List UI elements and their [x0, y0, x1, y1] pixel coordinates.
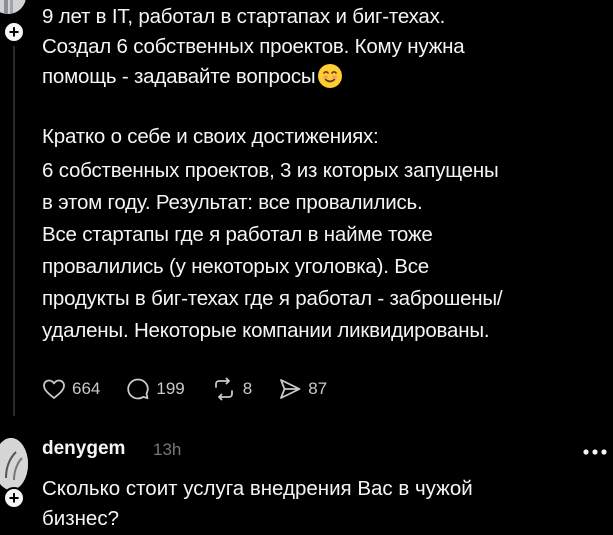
follow-plus-icon[interactable]: +	[3, 21, 25, 43]
post-body-line: удалены. Некоторые компании ликвидирован…	[42, 319, 490, 342]
share-button[interactable]: 87	[278, 377, 327, 401]
post-intro-line: помощь - задавайте вопросы	[42, 62, 613, 92]
reply-text-line: бизнес?	[42, 507, 119, 530]
send-icon	[280, 379, 301, 399]
reply-timestamp: 13h	[153, 440, 182, 459]
comment-bubble-icon	[127, 378, 150, 400]
post: + 9 лет в IT, работал в стартапах и биг-…	[0, 0, 613, 420]
more-options-icon[interactable]	[581, 444, 609, 455]
post-body: Кратко о себе и своих достижениях: 6 соб…	[42, 122, 613, 346]
reply-text: Сколько стоит услуга внедрения Вас в чуж…	[42, 474, 473, 534]
smiling-face-emoji-icon	[317, 63, 343, 89]
post-body-line: Кратко о себе и своих достижениях:	[42, 125, 379, 148]
follow-plus-icon[interactable]: +	[3, 487, 25, 509]
post-body-line: Все стартапы где я работал в найме тоже	[42, 223, 433, 246]
repost-count: 8	[242, 379, 253, 398]
author-avatar[interactable]	[0, 0, 26, 14]
thread-line	[13, 46, 15, 416]
comment-count: 199	[156, 379, 185, 398]
post-intro: 9 лет в IT, работал в стартапах и биг-те…	[42, 2, 613, 92]
like-count: 664	[72, 379, 101, 398]
post-body-line: 6 собственных проектов, 3 из которых зап…	[42, 159, 499, 182]
repost-icon	[214, 377, 233, 401]
like-button[interactable]: 664	[42, 378, 100, 400]
share-count: 87	[308, 379, 328, 398]
reply-text-line: Сколько стоит услуга внедрения Вас в чуж…	[42, 477, 473, 500]
post-body-line: продукты в биг-техах где я работал - заб…	[42, 287, 503, 310]
post-intro-line: 9 лет в IT, работал в стартапах и биг-те…	[42, 5, 446, 28]
repost-button[interactable]: 8	[211, 377, 252, 401]
comment-button[interactable]: 199	[126, 377, 185, 401]
post-intro-line: Создал 6 собственных проектов. Кому нужн…	[42, 35, 465, 58]
heart-icon	[43, 379, 65, 399]
post-body-line: провалились (у некоторых уголовка). Все	[42, 255, 429, 278]
post-actions: 664 199 8 87	[42, 372, 353, 406]
post-body-line: в этом году. Результат: все провалились.	[42, 191, 423, 214]
reply-username[interactable]: denygem	[42, 438, 125, 460]
